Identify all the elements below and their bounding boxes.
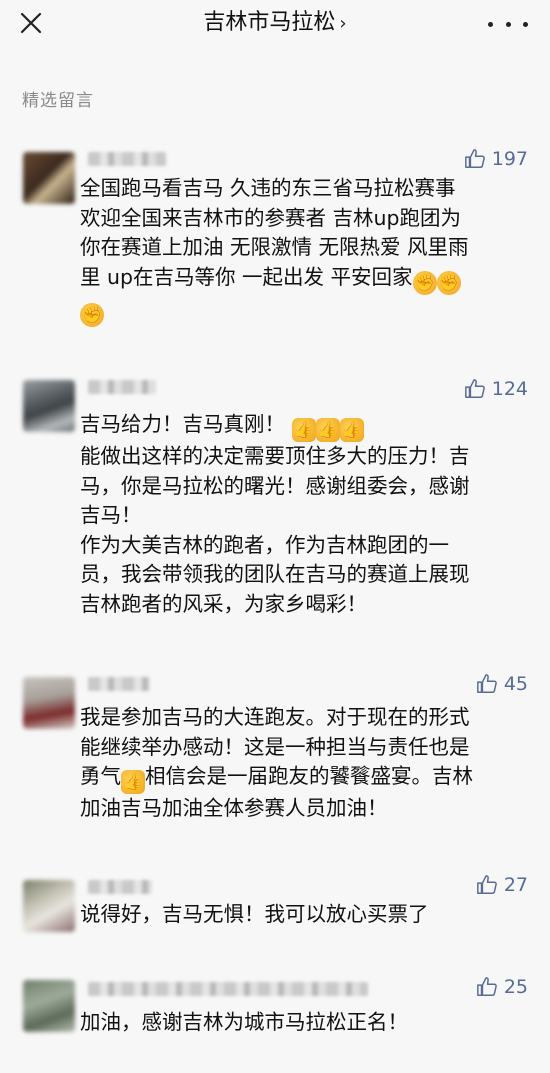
like-button[interactable]: 27 <box>476 874 528 896</box>
like-count: 27 <box>503 874 528 896</box>
page-title[interactable]: 吉林市马拉松 › <box>0 8 550 39</box>
nickname-blurred <box>88 677 150 691</box>
like-button[interactable]: 45 <box>476 673 528 695</box>
comment-line-text: 勇气 <box>80 764 121 788</box>
comment-text: 加油，感谢吉林为城市马拉松正名！ <box>80 1008 530 1038</box>
thumbs-up-emoji-icon: 👍 <box>315 418 340 442</box>
comment-line-text: 里 up在吉马等你 一起出发 平安回家 <box>80 264 413 289</box>
comment-line: 欢迎全国来吉林市的参赛者 吉林up跑团为 <box>80 205 462 230</box>
nickname-blurred <box>88 880 152 894</box>
nickname-blurred <box>88 982 368 996</box>
comment-line: 吉林跑者的风采，为家乡喝彩！ <box>80 591 367 616</box>
dot-icon <box>523 21 528 27</box>
fist-emoji-icon: ✊ <box>412 270 437 295</box>
comment-text: 吉马给力！吉马真刚！ 👍 👍 👍 能做出这样的决定需要顶住多大的压力！吉 马，你是马… <box>80 410 530 619</box>
like-count: 25 <box>503 976 528 998</box>
like-count: 124 <box>491 378 528 400</box>
comment-line: 全国跑马看吉马 久违的东三省马拉松赛事 <box>80 176 456 200</box>
comment-line-text: 吉马给力！吉马真刚！ <box>80 412 285 436</box>
comment-line: ✊ <box>80 295 530 327</box>
chevron-right-icon: › <box>339 13 347 34</box>
comment-line: 里 up在吉马等你 一起出发 平安回家 ✊ ✊ <box>80 263 530 295</box>
comment-line: 作为大美吉林的跑者，作为吉林跑团的一 <box>80 532 449 557</box>
thumbs-up-icon <box>464 379 485 398</box>
comment-line: 加油，感谢吉林为城市马拉松正名！ <box>80 1010 408 1034</box>
comment-line: 加油吉马加油全体参赛人员加油！ <box>80 796 388 820</box>
like-button[interactable]: 124 <box>464 378 528 400</box>
comment-line: 吉马给力！吉马真刚！ 👍 👍 👍 <box>80 410 530 442</box>
comment-line: 员，我会带领我的团队在吉马的赛道上展现 <box>80 562 470 586</box>
comment-line: 能继续举办感动！这是一种担当与责任也是 <box>80 734 470 759</box>
comment-line: 马，你是马拉松的曙光！感谢组委会，感谢 <box>80 473 470 498</box>
comment-line: 说得好，吉马无惧！我可以放心买票了 <box>80 902 429 926</box>
thumbs-up-icon <box>476 977 497 996</box>
comment-line: 我是参加吉马的大连跑友。对于现在的形式 <box>80 705 470 729</box>
avatar[interactable] <box>23 880 75 932</box>
thumbs-up-emoji-icon: 👍 <box>121 770 145 794</box>
thumbs-up-icon <box>476 674 497 693</box>
thumbs-up-emoji-icon: 👍 <box>339 418 364 442</box>
avatar[interactable] <box>23 677 75 729</box>
like-button[interactable]: 25 <box>476 976 528 998</box>
thumbs-up-icon <box>476 875 497 894</box>
avatar[interactable] <box>23 980 75 1032</box>
fist-emoji-icon: ✊ <box>436 270 461 295</box>
avatar[interactable] <box>23 380 75 432</box>
comment-line: 你在赛道上加油 无限激情 无限热爱 风里雨 <box>80 235 469 259</box>
nickname-blurred <box>88 380 156 394</box>
comment-line: 能做出这样的决定需要顶住多大的压力！吉 <box>80 444 470 468</box>
more-icon[interactable] <box>488 10 528 38</box>
section-label: 精选留言 <box>22 91 94 111</box>
like-count: 45 <box>503 673 528 695</box>
comment-line: 吉马！ <box>80 503 142 527</box>
like-count: 197 <box>491 148 528 170</box>
page-title-text: 吉林市马拉松 <box>203 10 336 35</box>
fist-emoji-icon: ✊ <box>80 302 104 327</box>
top-bar: 吉林市马拉松 › <box>0 0 550 48</box>
nickname-blurred <box>88 152 166 166</box>
thumbs-up-icon <box>464 149 485 168</box>
comment-line-text: 相信会是一届跑友的饕餮盛宴。吉林 <box>145 764 473 788</box>
like-button[interactable]: 197 <box>464 148 528 170</box>
comment-text: 我是参加吉马的大连跑友。对于现在的形式 能继续举办感动！这是一种担当与责任也是 … <box>80 703 530 824</box>
dot-icon <box>505 21 511 27</box>
thumbs-up-emoji-icon: 👍 <box>291 418 316 442</box>
comment-text: 说得好，吉马无惧！我可以放心买票了 <box>80 900 530 930</box>
comment-text: 全国跑马看吉马 久违的东三省马拉松赛事 欢迎全国来吉林市的参赛者 吉林up跑团为… <box>80 174 530 327</box>
dot-icon <box>488 21 493 27</box>
comment-line: 勇气 👍相信会是一届跑友的饕餮盛宴。吉林 <box>80 762 530 794</box>
avatar[interactable] <box>23 152 75 204</box>
